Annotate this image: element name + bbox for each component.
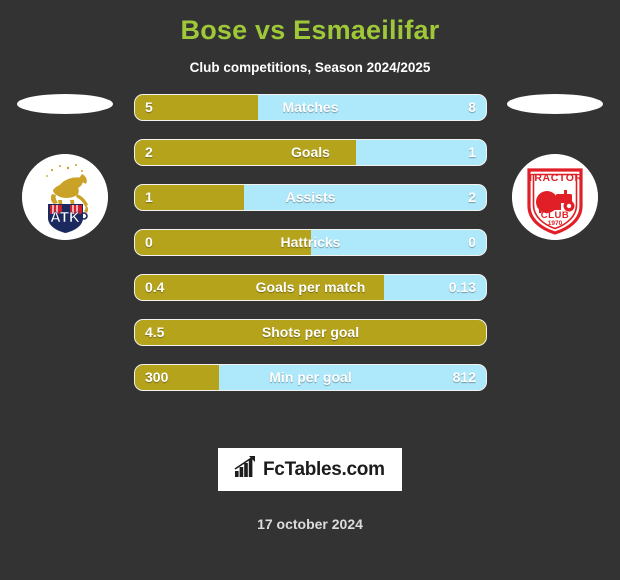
stat-row-matches: 5 Matches 8 bbox=[134, 94, 487, 121]
away-value: 8 bbox=[468, 99, 476, 115]
footer: FcTables.com 17 october 2024 bbox=[0, 448, 620, 532]
fctables-logo-text: FcTables.com bbox=[263, 458, 385, 480]
comparison-area: ATK ATK TRACTOR bbox=[0, 94, 620, 394]
stat-bars: 5 Matches 8 2 Goals 1 1 Assists 2 0 Hatt… bbox=[134, 94, 487, 409]
away-value: 0 bbox=[468, 234, 476, 250]
stat-row-hattricks: 0 Hattricks 0 bbox=[134, 229, 487, 256]
stat-label: Min per goal bbox=[269, 369, 352, 385]
date-label: 17 october 2024 bbox=[257, 516, 363, 532]
stat-label: Matches bbox=[282, 99, 339, 115]
svg-text:TRACTOR: TRACTOR bbox=[527, 172, 582, 184]
decorative-ellipse-left bbox=[17, 94, 113, 114]
page-subtitle: Club competitions, Season 2024/2025 bbox=[189, 60, 431, 75]
stat-label: Shots per goal bbox=[261, 324, 360, 340]
svg-text:1970: 1970 bbox=[548, 220, 563, 227]
away-club-crest: TRACTOR CLUB 1970 TRACTOR CLUB 1970 bbox=[512, 154, 598, 240]
stat-label: Hattricks bbox=[280, 234, 341, 250]
stat-row-goals-per-match: 0.4 Goals per match 0.13 bbox=[134, 274, 487, 301]
stat-row-min-per-goal: 300 Min per goal 812 bbox=[134, 364, 487, 391]
away-value: 2 bbox=[468, 189, 476, 205]
fctables-logo[interactable]: FcTables.com bbox=[218, 448, 402, 491]
home-club-crest: ATK ATK bbox=[22, 154, 108, 240]
stat-label: Goals per match bbox=[255, 279, 366, 295]
svg-text:ATK: ATK bbox=[50, 209, 80, 226]
stat-comparison-page: Bose vs Esmaeilifar Club competitions, S… bbox=[0, 0, 620, 580]
away-value: 1 bbox=[468, 144, 476, 160]
away-value: 812 bbox=[452, 369, 476, 385]
bar-chart-icon bbox=[234, 456, 258, 483]
stat-row-goals: 2 Goals 1 bbox=[134, 139, 487, 166]
away-value: 0.13 bbox=[448, 279, 476, 295]
stat-row-assists: 1 Assists 2 bbox=[134, 184, 487, 211]
stat-label: Goals bbox=[291, 144, 330, 160]
decorative-ellipse-right bbox=[507, 94, 603, 114]
stat-row-shots-per-goal: 4.5 Shots per goal bbox=[134, 319, 487, 346]
page-title: Bose vs Esmaeilifar bbox=[180, 15, 440, 45]
stat-label: Assists bbox=[285, 189, 336, 205]
